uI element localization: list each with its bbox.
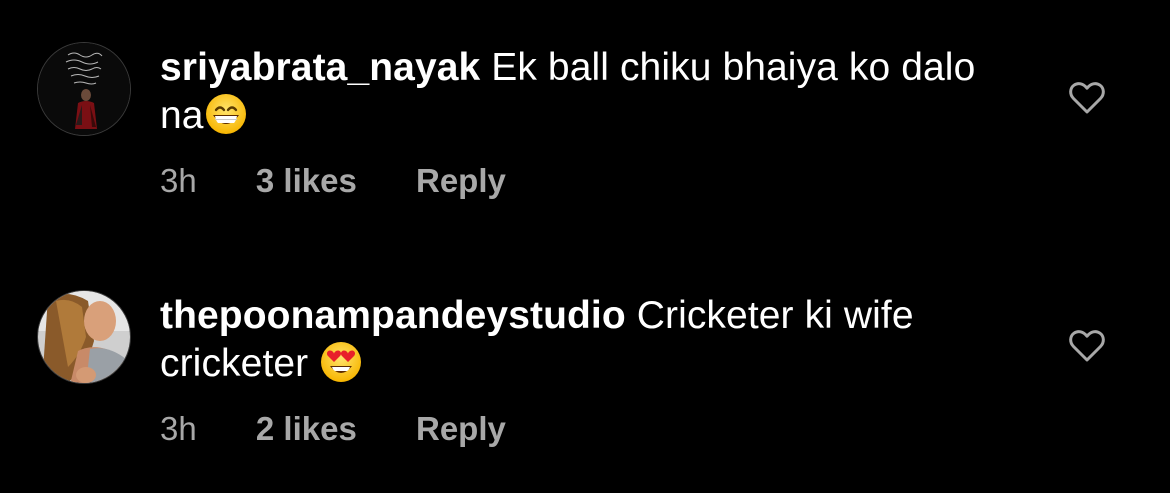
comment-meta: 3h 2 likes Reply bbox=[160, 410, 506, 448]
comment-text-block: sriyabrata_nayak Ek ball chiku bhaiya ko… bbox=[160, 44, 1020, 140]
comment-username[interactable]: sriyabrata_nayak bbox=[160, 46, 480, 89]
heart-eyes-face-icon bbox=[319, 340, 363, 384]
comment-likes[interactable]: 3 likes bbox=[256, 162, 357, 200]
comment-item: sriyabrata_nayak Ek ball chiku bhaiya ko… bbox=[0, 0, 1170, 245]
reply-button[interactable]: Reply bbox=[416, 162, 506, 200]
comment-time: 3h bbox=[160, 410, 197, 447]
heart-icon[interactable] bbox=[1068, 328, 1106, 364]
grinning-face-with-smiling-eyes-icon bbox=[204, 92, 248, 136]
comment-item: thepoonampandeystudio Cricketer ki wife … bbox=[0, 248, 1170, 493]
comment-text-block: thepoonampandeystudio Cricketer ki wife … bbox=[160, 292, 1020, 388]
comment-meta: 3h 3 likes Reply bbox=[160, 162, 506, 200]
reply-button[interactable]: Reply bbox=[416, 410, 506, 448]
comment-time: 3h bbox=[160, 162, 197, 199]
heart-icon[interactable] bbox=[1068, 80, 1106, 116]
comment-username[interactable]: thepoonampandeystudio bbox=[160, 294, 626, 337]
comment-likes[interactable]: 2 likes bbox=[256, 410, 357, 448]
avatar[interactable] bbox=[37, 290, 131, 384]
avatar[interactable] bbox=[37, 42, 131, 136]
